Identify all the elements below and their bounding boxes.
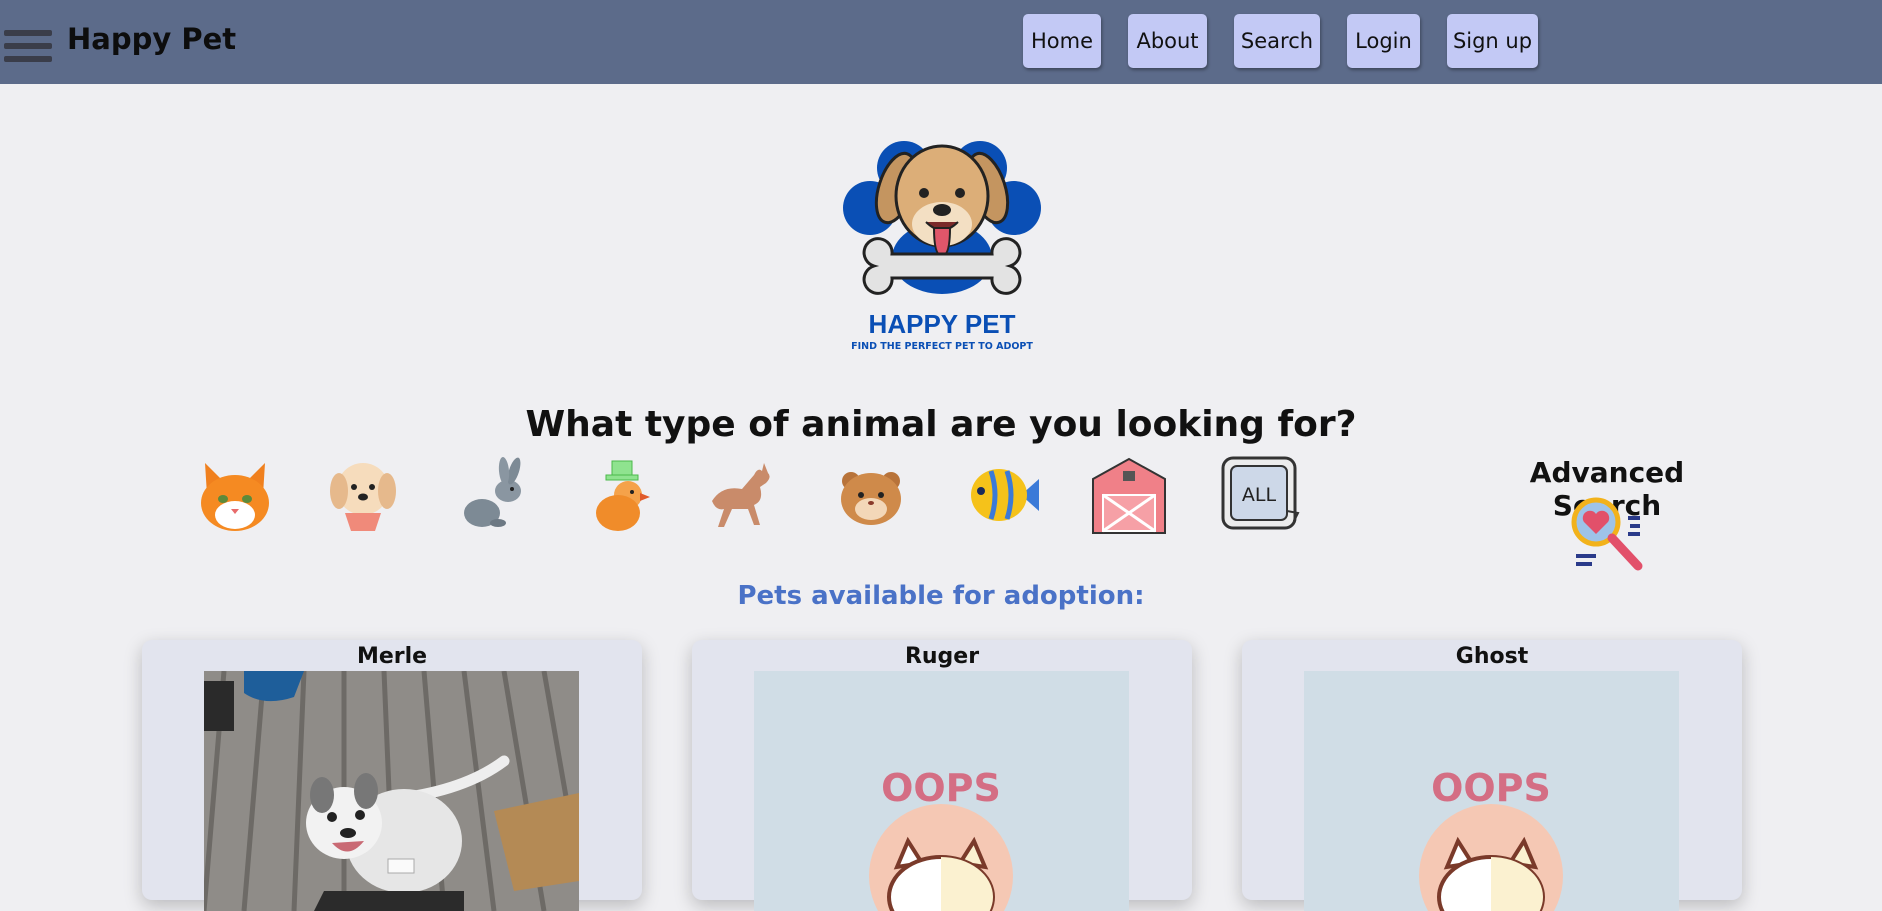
- oops-text: OOPS: [881, 766, 1001, 810]
- rabbit-icon[interactable]: [452, 455, 532, 535]
- all-label: ALL: [1242, 484, 1277, 506]
- happy-pet-logo: HAPPY PET FIND THE PERFECT PET TO ADOPT: [843, 141, 1041, 352]
- top-navbar: Happy Pet Home About Search Login Sign u…: [0, 0, 1882, 84]
- fish-icon[interactable]: [961, 455, 1041, 535]
- nav-about-button[interactable]: About: [1128, 14, 1207, 68]
- all-animals-icon[interactable]: ALL: [1220, 455, 1300, 535]
- pet-card-merle[interactable]: Merle: [142, 640, 642, 911]
- menu-icon[interactable]: [4, 30, 52, 72]
- hamster-icon[interactable]: [831, 455, 911, 535]
- nav-search-button[interactable]: Search: [1234, 14, 1320, 68]
- oops-text: OOPS: [1431, 766, 1551, 810]
- animal-type-question: What type of animal are you looking for?: [525, 404, 1357, 445]
- nav-login-button[interactable]: Login: [1347, 14, 1420, 68]
- pet-name: Merle: [356, 644, 428, 669]
- cat-icon[interactable]: [195, 455, 275, 535]
- logo-tagline: FIND THE PERFECT PET TO ADOPT: [851, 341, 1033, 352]
- pet-card-ghost[interactable]: Ghost OOPS: [1242, 640, 1742, 911]
- pet-name: Ruger: [904, 644, 980, 669]
- dog-photo[interactable]: [204, 671, 579, 911]
- oops-placeholder-image[interactable]: OOPS: [754, 671, 1129, 911]
- pet-card-ruger[interactable]: Ruger OOPS: [692, 640, 1192, 911]
- horse-icon[interactable]: [702, 455, 782, 535]
- barn-icon[interactable]: [1089, 455, 1169, 535]
- logo-title: HAPPY PET: [869, 309, 1016, 339]
- pet-name: Ghost: [1455, 644, 1529, 669]
- bird-icon[interactable]: [580, 455, 660, 535]
- pets-available-heading: Pets available for adoption:: [737, 581, 1145, 611]
- nav-signup-button[interactable]: Sign up: [1447, 14, 1538, 68]
- nav-home-button[interactable]: Home: [1023, 14, 1101, 68]
- dog-icon[interactable]: [323, 455, 403, 535]
- magnifier-heart-icon[interactable]: [1566, 494, 1646, 574]
- site-brand[interactable]: Happy Pet: [67, 22, 236, 56]
- oops-placeholder-image[interactable]: OOPS: [1304, 671, 1679, 911]
